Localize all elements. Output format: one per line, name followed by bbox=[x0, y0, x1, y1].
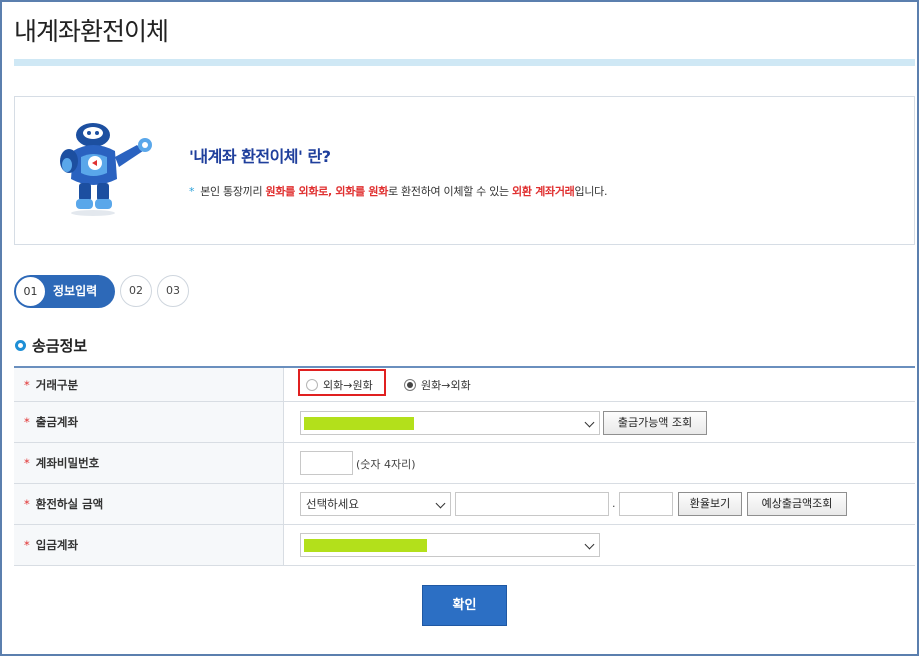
required-mark: * bbox=[24, 497, 30, 511]
label-trade-type: 거래구분 bbox=[35, 378, 79, 392]
form-row-deposit-account: * 입금계좌 bbox=[14, 525, 915, 566]
required-mark: * bbox=[24, 415, 30, 429]
intro-heading: '내계좌 환전이체' 란? bbox=[189, 147, 331, 166]
window-frame: 내계좌환전이체 '내계좌 환전이체' 란? * 본인 통장끼리 원화를 외화로, … bbox=[0, 0, 919, 656]
title-underline bbox=[14, 59, 915, 66]
form-row-password: * 계좌비밀번호 (숫자 4자리) bbox=[14, 443, 915, 484]
mascot-robot-icon bbox=[60, 123, 152, 216]
desc-part-1: 본인 통장끼리 bbox=[200, 185, 266, 198]
chevron-down-icon bbox=[584, 417, 595, 428]
desc-part-3: 로 환전하여 이체할 수 있는 bbox=[388, 185, 513, 198]
step-1-number: 01 bbox=[15, 276, 46, 307]
form-label: * 계좌비밀번호 bbox=[14, 443, 284, 483]
radio-won-to-foreign[interactable]: 원화→외화 bbox=[404, 377, 471, 393]
radio-circle-unselected[interactable] bbox=[306, 379, 318, 391]
amount-decimal-input[interactable] bbox=[619, 492, 673, 516]
remittance-form: * 거래구분 외화→원화 원화→외화 * 출금계좌 출금가능액 조회 * 계좌비… bbox=[14, 366, 915, 566]
decimal-dot: . bbox=[612, 497, 616, 510]
form-label: * 출금계좌 bbox=[14, 402, 284, 442]
chevron-down-icon bbox=[435, 498, 446, 509]
radio-circle-selected[interactable] bbox=[404, 379, 416, 391]
form-label: * 환전하실 금액 bbox=[14, 484, 284, 524]
currency-select-value: 선택하세요 bbox=[306, 497, 359, 511]
form-row-amount: * 환전하실 금액 선택하세요 . 환율보기 예상출금액조회 bbox=[14, 484, 915, 525]
password-input[interactable] bbox=[300, 451, 353, 475]
masked-account-number bbox=[304, 417, 414, 430]
desc-highlight-1: 원화를 외화로, 외화를 원화 bbox=[265, 185, 389, 198]
label-withdraw-account: 출금계좌 bbox=[35, 415, 79, 429]
radio-foreign-to-won[interactable]: 외화→원화 bbox=[298, 369, 386, 396]
exchange-rate-button[interactable]: 환율보기 bbox=[678, 492, 742, 516]
section-title-text: 송금정보 bbox=[32, 337, 88, 355]
step-1-label: 정보입력 bbox=[53, 284, 98, 298]
withdraw-account-select[interactable] bbox=[300, 411, 600, 435]
withdrawable-amount-button[interactable]: 출금가능액 조회 bbox=[603, 411, 707, 435]
label-password: 계좌비밀번호 bbox=[35, 456, 100, 470]
intro-description: * 본인 통장끼리 원화를 외화로, 외화를 원화로 환전하여 이체할 수 있는 … bbox=[189, 183, 607, 199]
required-mark: * bbox=[24, 378, 30, 392]
required-mark: * bbox=[24, 456, 30, 470]
estimated-withdrawal-button[interactable]: 예상출금액조회 bbox=[747, 492, 847, 516]
desc-highlight-2: 외환 계좌거래 bbox=[512, 185, 575, 198]
form-label: * 거래구분 bbox=[14, 368, 284, 401]
label-deposit-account: 입금계좌 bbox=[35, 538, 79, 552]
intro-box: '내계좌 환전이체' 란? * 본인 통장끼리 원화를 외화로, 외화를 원화로 … bbox=[14, 96, 915, 245]
section-title: 송금정보 bbox=[15, 335, 87, 356]
required-mark: * bbox=[24, 538, 30, 552]
masked-account-number bbox=[304, 539, 427, 552]
step-2: 02 bbox=[120, 275, 152, 307]
desc-part-5: 입니다. bbox=[574, 185, 608, 198]
chevron-down-icon bbox=[584, 539, 595, 550]
currency-select[interactable]: 선택하세요 bbox=[300, 492, 451, 516]
form-row-withdraw-account: * 출금계좌 출금가능액 조회 bbox=[14, 402, 915, 443]
amount-integer-input[interactable] bbox=[455, 492, 609, 516]
deposit-account-select[interactable] bbox=[300, 533, 600, 557]
section-ring-icon bbox=[15, 340, 26, 351]
form-row-trade-type: * 거래구분 외화→원화 원화→외화 bbox=[14, 368, 915, 402]
radio-label-won-to-foreign: 원화→외화 bbox=[421, 379, 471, 392]
password-hint: (숫자 4자리) bbox=[356, 458, 416, 471]
step-3: 03 bbox=[157, 275, 189, 307]
confirm-button[interactable]: 확인 bbox=[422, 585, 507, 626]
page-title: 내계좌환전이체 bbox=[14, 17, 169, 46]
bullet-mark: * bbox=[189, 185, 195, 198]
step-1-active: 01 정보입력 bbox=[14, 275, 115, 308]
form-label: * 입금계좌 bbox=[14, 525, 284, 565]
label-amount: 환전하실 금액 bbox=[35, 497, 104, 511]
